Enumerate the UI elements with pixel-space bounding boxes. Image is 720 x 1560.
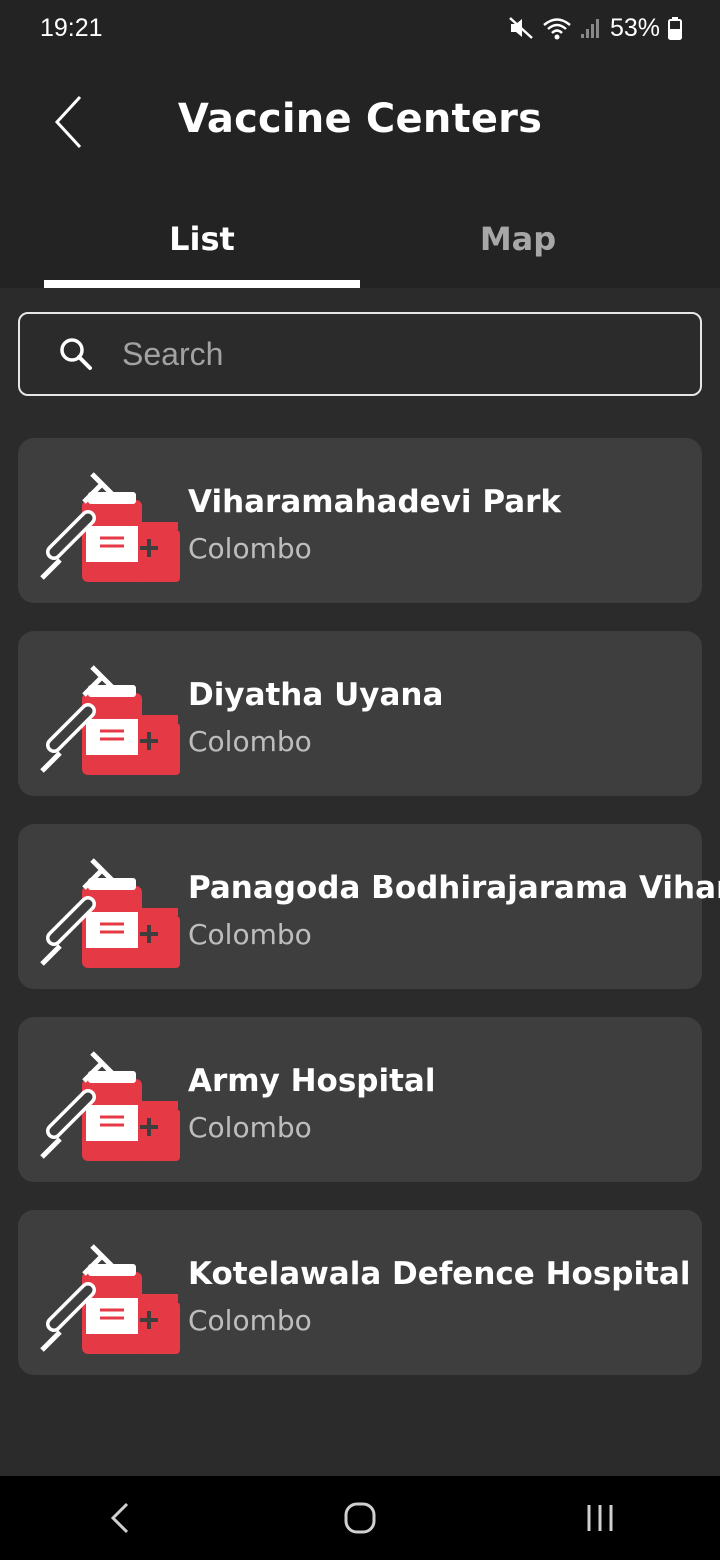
center-list: Viharamahadevi Park Colombo Diyatha Uyan… bbox=[18, 438, 720, 1403]
center-city: Colombo bbox=[188, 918, 312, 951]
status-bar: 19:21 53% bbox=[0, 0, 720, 56]
nav-home-icon bbox=[344, 1502, 376, 1534]
vaccine-syringe-vial-icon bbox=[40, 472, 180, 582]
center-city: Colombo bbox=[188, 1304, 312, 1337]
center-city: Colombo bbox=[188, 532, 312, 565]
list-item[interactable]: Viharamahadevi Park Colombo bbox=[18, 438, 702, 603]
vaccine-syringe-vial-icon bbox=[40, 858, 180, 968]
nav-back-button[interactable] bbox=[80, 1488, 160, 1548]
tab-list-label: List bbox=[169, 220, 235, 258]
nav-recents-icon bbox=[587, 1505, 613, 1531]
center-city: Colombo bbox=[188, 1111, 312, 1144]
battery-icon bbox=[668, 17, 682, 40]
page-title: Vaccine Centers bbox=[177, 96, 543, 142]
list-item[interactable]: Panagoda Bodhirajarama Vihar Colombo bbox=[18, 824, 720, 989]
tab-bar: List Map bbox=[44, 206, 676, 288]
search-input[interactable] bbox=[120, 334, 700, 374]
battery-percent: 53% bbox=[609, 13, 660, 42]
status-time: 19:21 bbox=[40, 13, 103, 42]
vaccine-syringe-vial-icon bbox=[40, 665, 180, 775]
tab-map-label: Map bbox=[479, 220, 557, 258]
list-item[interactable]: Diyatha Uyana Colombo bbox=[18, 631, 702, 796]
center-name: Army Hospital bbox=[188, 1063, 436, 1099]
signal-icon bbox=[580, 19, 599, 38]
nav-home-button[interactable] bbox=[320, 1488, 400, 1548]
vaccine-syringe-vial-icon bbox=[40, 1244, 180, 1354]
center-city: Colombo bbox=[188, 725, 312, 758]
list-item[interactable]: Army Hospital Colombo bbox=[18, 1017, 702, 1182]
tab-active-indicator bbox=[44, 280, 360, 288]
tab-map[interactable]: Map bbox=[360, 206, 676, 288]
status-icons: 53% bbox=[508, 14, 682, 43]
tab-list[interactable]: List bbox=[44, 206, 360, 288]
app-header: Vaccine Centers List Map bbox=[0, 56, 720, 288]
center-name: Kotelawala Defence Hospital bbox=[188, 1256, 691, 1292]
search-box[interactable] bbox=[18, 312, 702, 396]
mute-icon bbox=[509, 17, 533, 39]
system-nav-bar bbox=[0, 1476, 720, 1560]
list-item[interactable]: Kotelawala Defence Hospital Colombo bbox=[18, 1210, 702, 1375]
nav-recents-button[interactable] bbox=[560, 1488, 640, 1548]
search-icon bbox=[60, 338, 92, 370]
nav-back-icon bbox=[110, 1502, 129, 1534]
center-name: Viharamahadevi Park bbox=[188, 484, 562, 520]
center-name: Panagoda Bodhirajarama Vihar bbox=[188, 870, 720, 906]
center-name: Diyatha Uyana bbox=[188, 677, 444, 713]
wifi-icon bbox=[543, 18, 571, 40]
vaccine-syringe-vial-icon bbox=[40, 1051, 180, 1161]
